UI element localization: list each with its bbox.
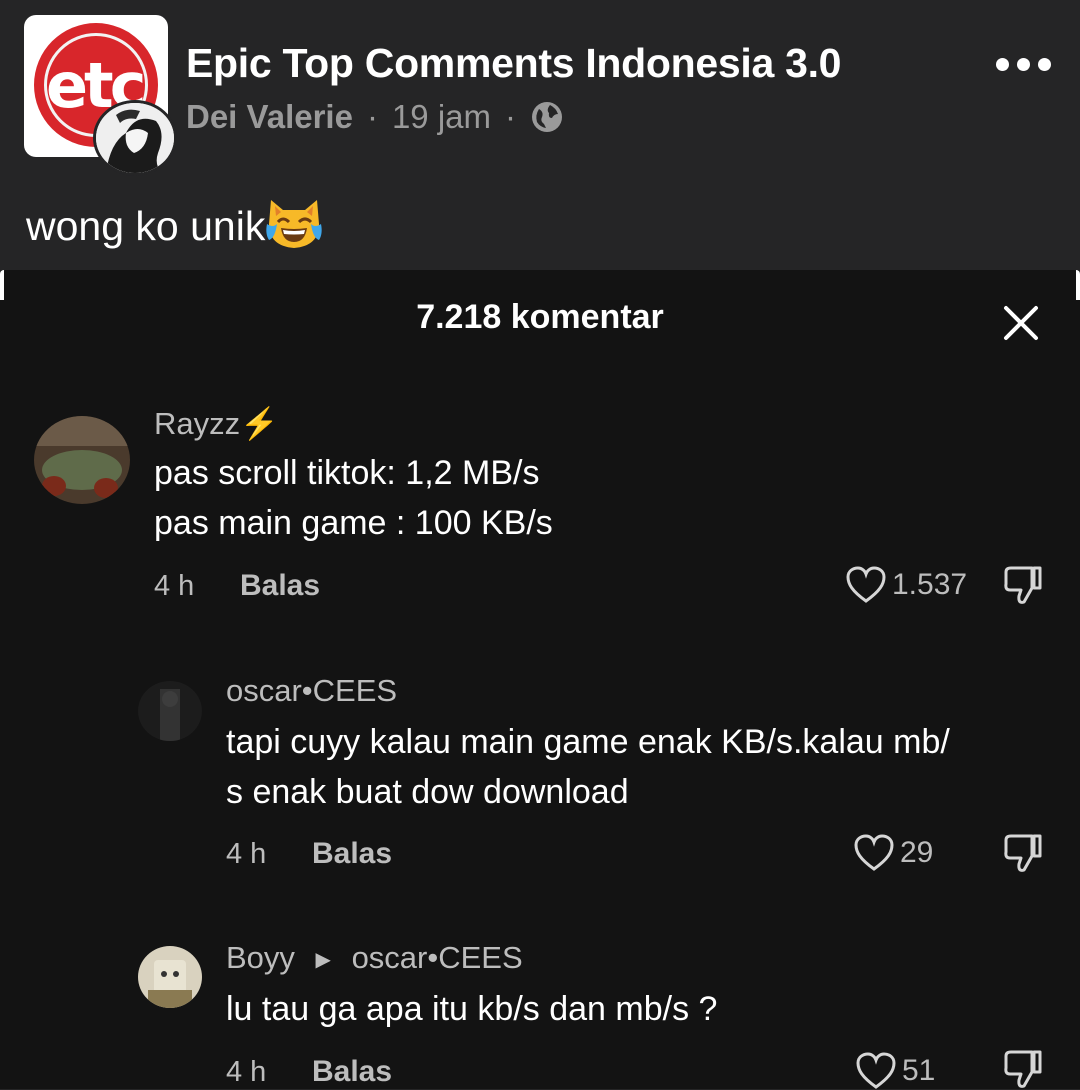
like-button[interactable]: 51	[856, 1052, 935, 1090]
dislike-icon[interactable]	[1002, 834, 1044, 874]
comment-count-title: 7.218 komentar	[416, 298, 664, 336]
comment-time: 4 h	[226, 838, 267, 870]
author-avatar[interactable]	[93, 100, 177, 176]
reply-button[interactable]: Balas	[312, 837, 392, 871]
like-button[interactable]: 29	[854, 834, 933, 872]
heart-icon	[854, 834, 894, 871]
commenter-avatar[interactable]	[138, 946, 202, 1008]
like-count: 1.537	[892, 568, 968, 601]
comment-username[interactable]: oscar•CEES	[226, 673, 397, 709]
comment-line: pas scroll tiktok: 1,2 MB/s	[154, 454, 540, 492]
meta-separator: ·	[366, 98, 378, 135]
more-options-button[interactable]	[996, 52, 1054, 76]
comment-text: pas scroll tiktok: 1,2 MB/s pas main gam…	[154, 448, 553, 548]
comment-time: 4 h	[226, 1056, 267, 1088]
post-meta: Dei Valerie · 19 jam ·	[186, 98, 564, 136]
author-name[interactable]: Dei Valerie	[186, 98, 353, 136]
reply-to-username[interactable]: oscar•CEES	[352, 940, 523, 975]
close-icon[interactable]	[1002, 304, 1040, 342]
cat-tears-of-joy-icon	[266, 200, 322, 248]
reply-arrow-icon: ▶	[315, 949, 331, 972]
comment-username[interactable]: Rayzz⚡	[154, 405, 279, 442]
heart-icon	[846, 566, 886, 603]
comment-line: s enak buat dow download	[226, 773, 629, 811]
dislike-icon[interactable]	[1002, 1050, 1044, 1090]
dislike-icon[interactable]	[1002, 566, 1044, 606]
post-caption: wong ko unik	[26, 200, 323, 252]
reply-button[interactable]: Balas	[312, 1055, 392, 1089]
comment-text: lu tau ga apa itu kb/s dan mb/s ?	[226, 984, 717, 1034]
comment-username[interactable]: Boyy	[226, 940, 295, 975]
group-name[interactable]: Epic Top Comments Indonesia 3.0	[186, 40, 841, 87]
commenter-avatar[interactable]	[34, 416, 130, 504]
comment-line: lu tau ga apa itu kb/s dan mb/s ?	[226, 990, 718, 1028]
post-time[interactable]: 19 jam	[392, 98, 491, 136]
like-button[interactable]: 1.537	[846, 566, 967, 604]
commenter-avatar[interactable]	[138, 681, 202, 741]
more-dot-icon	[1038, 57, 1051, 71]
more-dot-icon	[996, 57, 1009, 71]
caption-text: wong ko unik	[26, 202, 266, 249]
more-dot-icon	[1017, 57, 1030, 71]
post-header: etc Epic Top Comments Indonesia 3.0 Dei …	[0, 0, 1080, 270]
comment-time: 4 h	[154, 570, 195, 602]
meta-separator: ·	[505, 98, 517, 135]
comment-line: tapi cuyy kalau main game enak KB/s.kala…	[226, 723, 950, 761]
heart-icon	[856, 1052, 896, 1089]
like-count: 29	[900, 836, 934, 869]
comment-line: pas main game : 100 KB/s	[154, 504, 553, 542]
globe-icon	[532, 102, 563, 132]
comment-username-line: Boyy ▶ oscar•CEES	[226, 940, 523, 976]
like-count: 51	[902, 1054, 936, 1087]
comment-text: tapi cuyy kalau main game enak KB/s.kala…	[226, 717, 950, 817]
reply-button[interactable]: Balas	[240, 569, 320, 603]
